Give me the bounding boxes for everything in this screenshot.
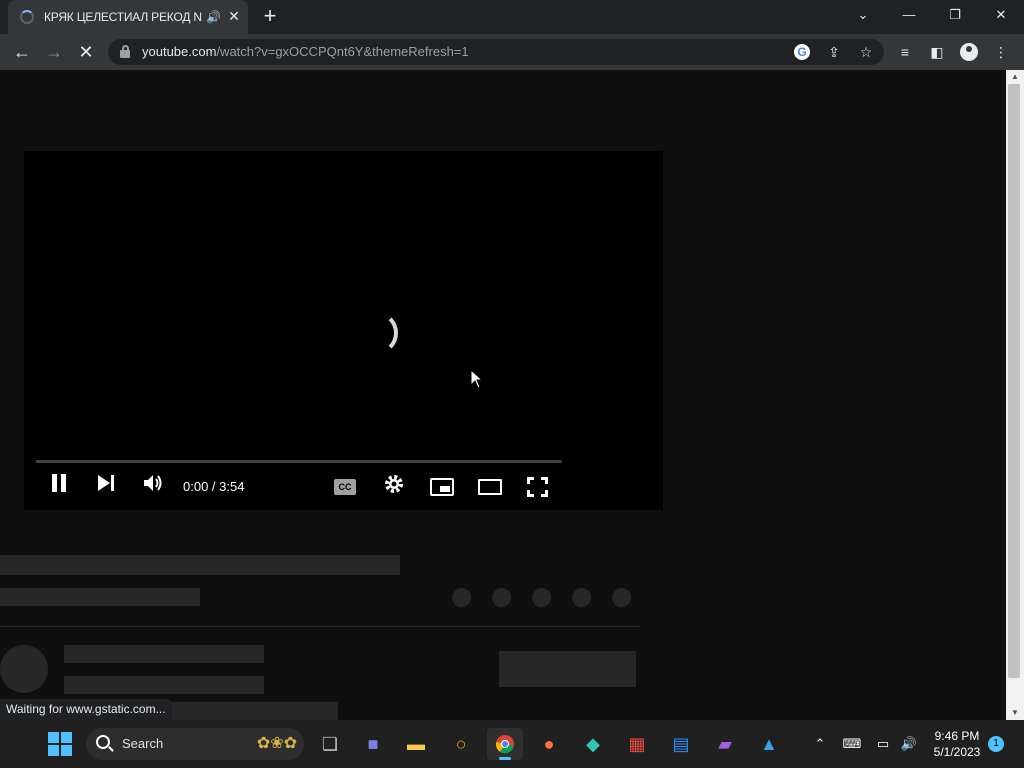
subtitles-cc-button[interactable]: CC xyxy=(334,479,356,495)
miniplayer-button[interactable] xyxy=(430,478,454,496)
close-window-button[interactable]: ✕ xyxy=(978,0,1024,30)
start-windows-icon[interactable] xyxy=(48,732,72,756)
speaker-icon[interactable]: 🔊 xyxy=(898,734,920,754)
subscribe-placeholder xyxy=(499,651,636,687)
video-loading-spinner-icon xyxy=(354,311,398,355)
browser-tab[interactable]: КРЯК ЦЕЛЕСТИАЛ РЕКОД N 🔊 ✕ xyxy=(8,0,248,34)
windows-taskbar: Search ✿❀✿ ❏ ■ ▬ ○ ● ◆ ▦ ▤ ▰ ▲ ⌃ ⌨ ▭ 🔊 9… xyxy=(0,720,1024,768)
channel-subs-placeholder xyxy=(64,676,264,694)
tab-title: КРЯК ЦЕЛЕСТИАЛ РЕКОД N xyxy=(44,10,202,24)
clock-time: 9:46 PM xyxy=(934,729,980,743)
firefox-icon[interactable]: ● xyxy=(531,728,567,760)
views-placeholder xyxy=(0,588,200,606)
new-tab-button[interactable]: + xyxy=(258,4,282,28)
microsoft-store-icon[interactable]: ▦ xyxy=(619,728,655,760)
tab-search-icon[interactable]: ⌄ xyxy=(840,0,886,30)
task-view-icon[interactable]: ❏ xyxy=(312,728,348,760)
status-bubble: Waiting for www.gstatic.com... xyxy=(0,699,172,720)
audio-playing-icon[interactable]: 🔊 xyxy=(206,10,221,24)
action-placeholder xyxy=(572,588,591,607)
clock-date: 5/1/2023 xyxy=(933,745,981,759)
title-placeholder xyxy=(0,555,400,575)
taskbar-search[interactable]: Search ✿❀✿ xyxy=(86,728,304,760)
profile-avatar-icon[interactable] xyxy=(958,42,980,62)
channel-avatar-placeholder xyxy=(0,645,48,693)
video-player[interactable]: 0:00 / 3:54 CC xyxy=(24,151,663,510)
calendar-icon[interactable]: ▤ xyxy=(663,728,699,760)
search-everything-icon[interactable]: ○ xyxy=(443,728,479,760)
action-placeholder xyxy=(612,588,631,607)
media-queue-icon[interactable]: ≡ xyxy=(894,42,916,62)
stop-loading-icon[interactable]: ✕ xyxy=(73,40,99,64)
url-host: youtube.com xyxy=(142,44,217,59)
fullscreen-button[interactable] xyxy=(527,477,548,497)
url-text[interactable]: youtube.com/watch?v=gxOCCPQnt6Y&themeRef… xyxy=(142,44,702,60)
youtube-page: 0:00 / 3:54 CC xyxy=(0,70,1006,720)
page-scrollbar[interactable]: ▲ ▼ xyxy=(1006,70,1024,720)
share-icon[interactable]: ⇪ xyxy=(824,43,844,61)
pause-button[interactable] xyxy=(48,473,70,501)
browser-toolbar: ← → ✕ youtube.com/watch?v=gxOCCPQnt6Y&th… xyxy=(0,34,1024,70)
divider xyxy=(0,626,640,627)
action-placeholder xyxy=(452,588,471,607)
tab-strip: КРЯК ЦЕЛЕСТИАЛ РЕКОД N 🔊 ✕ + ⌄ — ❐ ✕ xyxy=(0,0,1024,34)
action-placeholder xyxy=(492,588,511,607)
next-video-button[interactable] xyxy=(94,473,118,501)
search-label: Search xyxy=(122,736,164,751)
lock-icon[interactable] xyxy=(120,45,130,59)
photos-icon[interactable]: ▲ xyxy=(751,728,787,760)
mouse-cursor-icon xyxy=(470,369,484,389)
notification-badge[interactable]: 1 xyxy=(988,736,1004,752)
google-lens-icon[interactable]: G xyxy=(792,43,812,61)
theater-mode-button[interactable] xyxy=(478,479,502,495)
settings-gear-button[interactable] xyxy=(382,473,406,501)
minimize-button[interactable]: — xyxy=(886,0,932,30)
show-hidden-icons-icon[interactable]: ⌃ xyxy=(810,734,830,754)
description-placeholder xyxy=(170,702,338,720)
teams-chat-icon[interactable]: ■ xyxy=(355,728,391,760)
volume-button[interactable] xyxy=(141,473,165,501)
keyboard-icon[interactable]: ⌨ xyxy=(840,734,864,754)
url-path: /watch?v=gxOCCPQnt6Y&themeRefresh=1 xyxy=(216,44,469,59)
scrollbar-thumb[interactable] xyxy=(1008,84,1020,678)
forward-arrow-icon[interactable]: → xyxy=(41,40,67,64)
loading-spinner-icon xyxy=(20,10,34,24)
video-progress-bar[interactable] xyxy=(36,460,562,463)
action-placeholder xyxy=(532,588,551,607)
dev-tool-icon[interactable]: ◆ xyxy=(575,728,611,760)
file-explorer-icon[interactable]: ▬ xyxy=(398,728,434,760)
channel-name-placeholder xyxy=(64,645,264,663)
scroll-up-icon[interactable]: ▲ xyxy=(1006,70,1024,84)
search-highlight-icon: ✿❀✿ xyxy=(256,735,298,752)
network-icon[interactable]: ▭ xyxy=(872,734,894,754)
menu-kebab-icon[interactable]: ⋮ xyxy=(990,42,1012,62)
chrome-icon[interactable] xyxy=(487,728,523,760)
taskbar-clock[interactable]: 9:46 PM 5/1/2023 xyxy=(926,728,988,760)
address-bar[interactable]: youtube.com/watch?v=gxOCCPQnt6Y&themeRef… xyxy=(108,39,884,65)
close-tab-icon[interactable]: ✕ xyxy=(226,8,242,24)
back-arrow-icon[interactable]: ← xyxy=(9,40,35,64)
time-display: 0:00 / 3:54 xyxy=(183,479,245,494)
restore-button[interactable]: ❐ xyxy=(932,0,978,30)
clipchamp-icon[interactable]: ▰ xyxy=(707,728,743,760)
side-panel-icon[interactable]: ◧ xyxy=(926,42,948,62)
search-icon xyxy=(96,735,110,749)
scroll-down-icon[interactable]: ▼ xyxy=(1006,706,1024,720)
bookmark-star-icon[interactable]: ☆ xyxy=(856,43,876,61)
